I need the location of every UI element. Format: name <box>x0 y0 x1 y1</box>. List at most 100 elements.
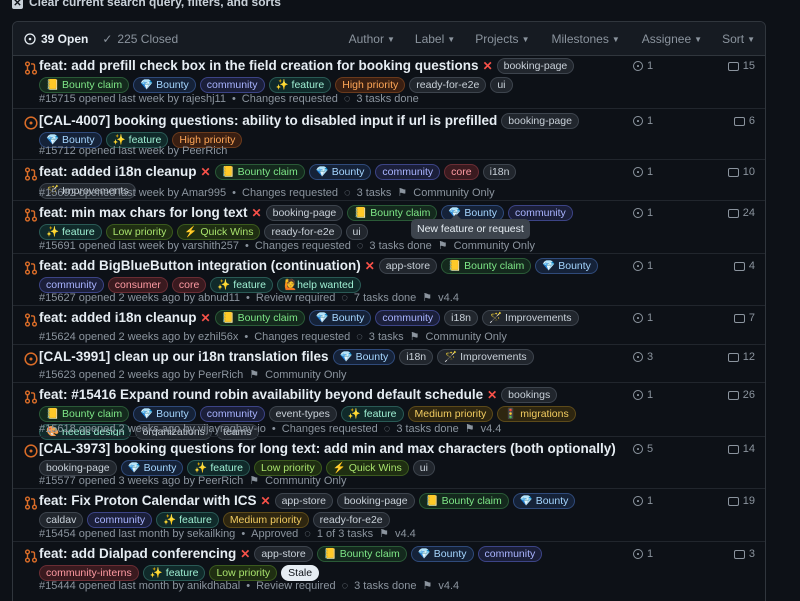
comments-link[interactable]: 15 <box>727 60 755 72</box>
issue-label[interactable]: 💎 Bounty <box>133 77 196 93</box>
issue-label[interactable]: 🪄 Improvements <box>437 349 534 365</box>
issue-meta-item[interactable]: Community Only <box>265 369 346 381</box>
issue-label[interactable]: 📒 Bounty claim <box>441 258 532 274</box>
ci-failed-icon[interactable]: ✕ <box>252 206 262 220</box>
issue-label[interactable]: community <box>375 164 441 180</box>
linked-status[interactable]: 1 <box>633 207 653 219</box>
issue-label[interactable]: ✨ feature <box>39 224 102 240</box>
issue-label[interactable]: 💎 Bounty <box>410 546 474 562</box>
linked-status[interactable]: 1 <box>633 166 653 178</box>
issue-row[interactable]: feat: add BigBlueButton integration (con… <box>13 253 765 305</box>
issue-label[interactable]: 💎 Bounty <box>133 406 196 422</box>
issue-label[interactable]: community <box>477 546 543 562</box>
issue-label[interactable]: ✨ feature <box>268 77 332 93</box>
issue-title-link[interactable]: feat: add prefill check box in the field… <box>39 57 479 75</box>
linked-status[interactable]: 1 <box>633 260 653 272</box>
issue-label[interactable]: event-types <box>268 406 337 422</box>
linked-status[interactable]: 5 <box>633 443 653 455</box>
issue-row[interactable]: feat: added i18n cleanup ✕ 📒 Bounty claim 💎… <box>13 305 765 344</box>
issue-label[interactable]: booking-page <box>265 205 344 221</box>
issue-label[interactable]: Medium priority <box>222 512 309 528</box>
comments-link[interactable]: 12 <box>727 351 755 363</box>
linked-status[interactable]: 1 <box>633 389 653 401</box>
issue-row[interactable]: feat: add Dialpad conferencing ✕ app-store… <box>13 541 765 593</box>
filter-assignee[interactable]: Assignee ▼ <box>642 32 702 46</box>
ci-failed-icon[interactable]: ✕ <box>365 259 375 273</box>
issue-title-link[interactable]: feat: added i18n cleanup <box>39 163 197 181</box>
issue-label[interactable]: community <box>87 512 153 528</box>
issue-label[interactable]: 💎 Bounty <box>332 349 396 365</box>
issue-label[interactable]: i18n <box>444 310 479 326</box>
issue-label[interactable]: Medium priority <box>407 406 494 422</box>
issue-row[interactable]: feat: min max chars for long text ✕ bookin… <box>13 200 765 253</box>
issue-label[interactable]: 📒 Bounty claim <box>214 310 305 326</box>
issue-title-link[interactable]: feat: #15416 Expand round robin availabi… <box>39 386 483 404</box>
issue-label[interactable]: community <box>375 310 441 326</box>
issue-label[interactable]: 📒 Bounty claim <box>39 77 130 93</box>
issue-label[interactable]: app-store <box>378 258 438 274</box>
comments-link[interactable]: 26 <box>727 389 755 401</box>
issue-label[interactable]: ready-for-e2e <box>409 77 487 93</box>
ci-failed-icon[interactable]: ✕ <box>240 547 250 561</box>
issue-label[interactable]: ready-for-e2e <box>264 224 342 240</box>
issue-label[interactable]: booking-page <box>496 58 575 74</box>
issue-label[interactable]: 📒 Bounty claim <box>418 493 509 509</box>
issue-title-link[interactable]: [CAL-4007] booking questions: ability to… <box>39 112 497 130</box>
comments-link[interactable]: 3 <box>733 548 755 560</box>
issue-meta-item[interactable]: v4.4 <box>438 580 459 592</box>
issue-title-link[interactable]: [CAL-3973] booking questions for long te… <box>39 440 616 458</box>
comments-link[interactable]: 14 <box>727 443 755 455</box>
issue-meta-item[interactable]: v4.4 <box>481 423 502 435</box>
comments-link[interactable]: 19 <box>727 495 755 507</box>
issue-title-link[interactable]: feat: min max chars for long text <box>39 204 248 222</box>
issue-label[interactable]: Low priority <box>105 224 174 240</box>
issue-label[interactable]: core <box>444 164 479 180</box>
issue-label[interactable]: bookings <box>501 387 558 403</box>
linked-status[interactable]: 1 <box>633 548 653 560</box>
issue-label[interactable]: community <box>199 77 265 93</box>
comments-link[interactable]: 6 <box>733 115 755 127</box>
issue-title-link[interactable]: feat: add BigBlueButton integration (con… <box>39 257 361 275</box>
issue-label[interactable]: ready-for-e2e <box>312 512 390 528</box>
issue-row[interactable]: feat: added i18n cleanup ✕ 📒 Bounty claim 💎… <box>13 159 765 200</box>
issue-label[interactable]: ui <box>412 460 435 476</box>
issue-row[interactable]: [CAL-4007] booking questions: ability to… <box>13 108 765 159</box>
ci-failed-icon[interactable]: ✕ <box>201 311 211 325</box>
comments-link[interactable]: 4 <box>733 260 755 272</box>
issue-row[interactable]: feat: Fix Proton Calendar with ICS ✕ app-s… <box>13 488 765 541</box>
linked-status[interactable]: 1 <box>633 312 653 324</box>
issue-row[interactable]: feat: add prefill check box in the field… <box>13 54 765 108</box>
clear-filters-button[interactable]: ✕ Clear current search query, filters, a… <box>12 0 281 10</box>
ci-failed-icon[interactable]: ✕ <box>201 165 211 179</box>
filter-sort[interactable]: Sort ▼ <box>722 32 755 46</box>
issue-label[interactable]: 💎 Bounty <box>512 493 576 509</box>
issue-label[interactable]: High priority <box>335 77 406 93</box>
issue-label[interactable]: 📒 Bounty claim <box>316 546 407 562</box>
issue-label[interactable]: booking-page <box>501 113 579 129</box>
linked-status[interactable]: 1 <box>633 115 653 127</box>
issue-label[interactable]: ⚡ Quick Wins <box>177 224 261 240</box>
issue-meta-item[interactable]: Community Only <box>413 187 494 199</box>
comments-link[interactable]: 24 <box>727 207 755 219</box>
issue-meta-item[interactable]: v4.4 <box>438 292 459 304</box>
issue-row[interactable]: [CAL-3991] clean up our i18n translation… <box>13 344 765 382</box>
issue-label[interactable]: 💎 Bounty <box>308 310 372 326</box>
filter-label[interactable]: Label ▼ <box>415 32 455 46</box>
filter-projects[interactable]: Projects ▼ <box>475 32 529 46</box>
issue-title-link[interactable]: [CAL-3991] clean up our i18n translation… <box>39 348 329 366</box>
issue-row[interactable]: [CAL-3973] booking questions for long te… <box>13 436 765 488</box>
issue-label[interactable]: 🪄 Improvements <box>482 310 579 326</box>
issue-label[interactable]: 📒 Bounty claim <box>39 406 130 422</box>
issue-row[interactable]: feat: #15416 Expand round robin availabi… <box>13 382 765 440</box>
ci-failed-icon[interactable]: ✕ <box>483 59 493 73</box>
issue-label[interactable]: app-store <box>254 546 313 562</box>
comments-link[interactable]: 10 <box>727 166 755 178</box>
comments-link[interactable]: 7 <box>733 312 755 324</box>
open-tab[interactable]: 39 Open <box>24 32 88 46</box>
issue-label[interactable]: booking-page <box>336 493 415 509</box>
ci-failed-icon[interactable]: ✕ <box>261 494 271 508</box>
issue-label[interactable]: 💎 Bounty <box>535 258 598 274</box>
issue-label[interactable]: 📒 Bounty claim <box>214 164 305 180</box>
filter-author[interactable]: Author ▼ <box>349 32 395 46</box>
issue-label[interactable]: caldav <box>39 512 84 528</box>
